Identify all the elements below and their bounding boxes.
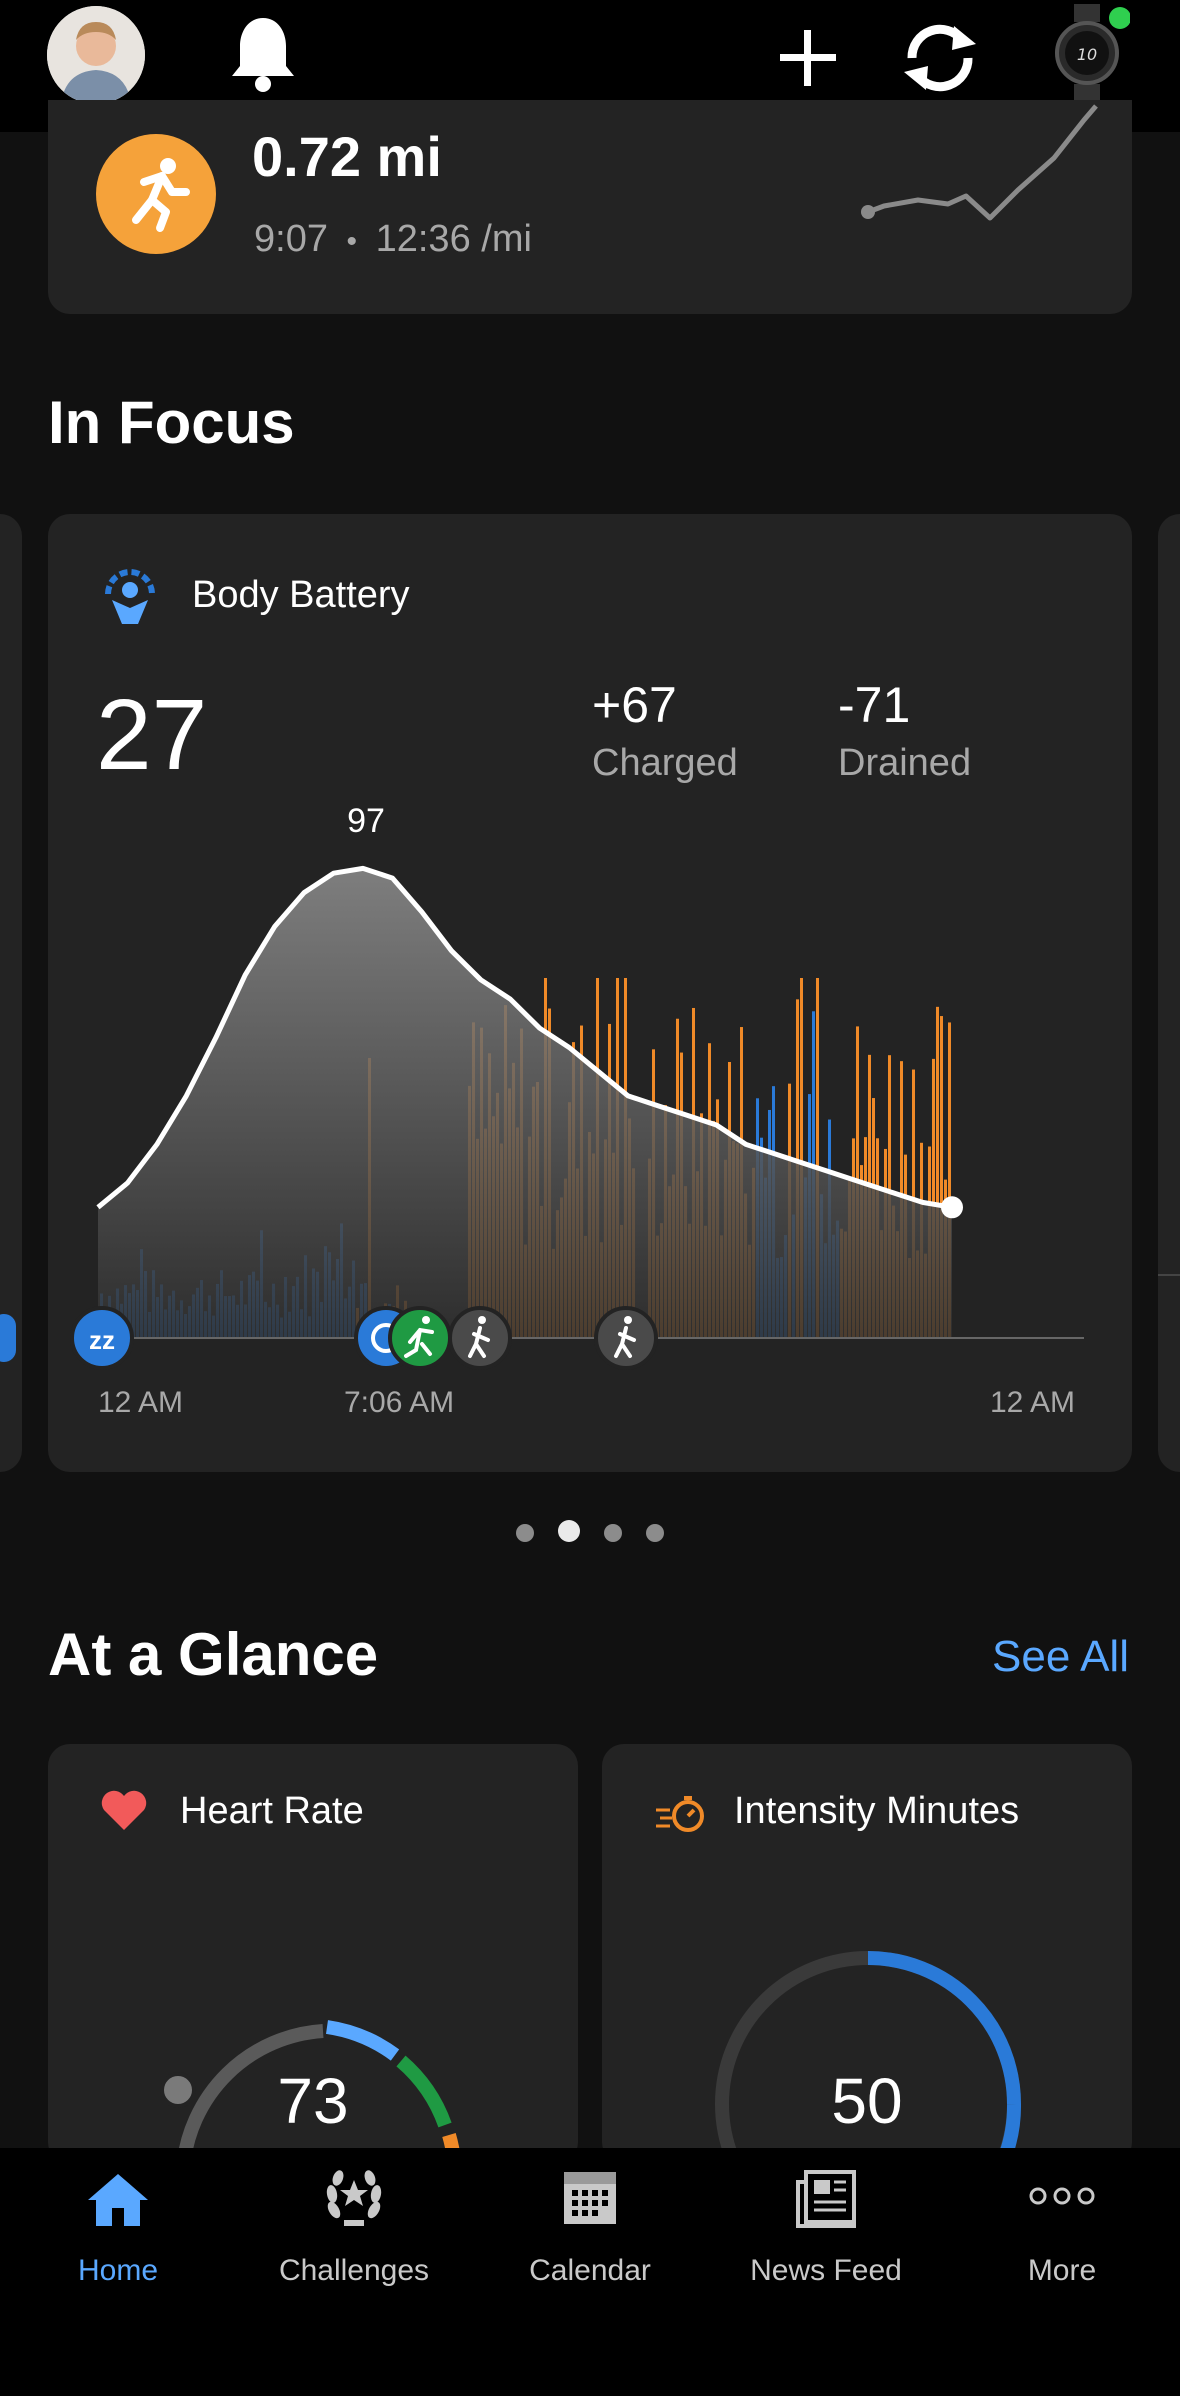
tab-news-feed[interactable]: News Feed <box>708 2148 944 2396</box>
heart-rate-value: 73 <box>277 2065 349 2137</box>
home-icon <box>88 2174 148 2226</box>
pager-dot-1[interactable] <box>516 1524 534 1542</box>
intensity-minutes-card[interactable]: Intensity Minutes 50 <box>602 1744 1132 2244</box>
previous-focus-card[interactable] <box>0 514 22 1472</box>
avatar[interactable] <box>47 6 145 104</box>
sync-icon[interactable] <box>898 18 982 103</box>
activity-stats: 9:07 • 12:36 /mi <box>254 218 532 261</box>
stat-separator: • <box>346 225 358 258</box>
pager-dot-3[interactable] <box>604 1524 622 1542</box>
drained-value: -71 <box>838 677 911 733</box>
card-edge-marker <box>0 1314 16 1362</box>
tab-challenges[interactable]: Challenges <box>236 2148 472 2396</box>
see-all-link[interactable]: See All <box>992 1632 1129 1682</box>
calendar-icon <box>564 2172 616 2224</box>
heart-icon <box>100 1790 148 1837</box>
card-edge-line <box>1158 1274 1180 1276</box>
heart-rate-card[interactable]: Heart Rate 73 <box>48 1744 578 2180</box>
body-battery-icon <box>98 564 162 633</box>
activity-pace: 12:36 /mi <box>375 218 532 260</box>
tab-label-calendar: Calendar <box>529 2254 651 2287</box>
activity-distance: 0.72 mi <box>252 125 442 188</box>
body-battery-current: 27 <box>96 679 208 791</box>
in-focus-title: In Focus <box>48 389 295 456</box>
bottom-tab-bar: Home Challenges Calendar News Feed More <box>0 2148 1180 2396</box>
tab-label-news-feed: News Feed <box>750 2254 902 2287</box>
body-battery-chart[interactable]: 97 zz <box>48 804 1132 1394</box>
tab-home[interactable]: Home <box>0 2148 236 2396</box>
activity-duration: 9:07 <box>254 218 328 260</box>
charged-label: Charged <box>592 742 738 784</box>
pager-dot-2[interactable] <box>558 1520 580 1542</box>
drained-label: Drained <box>838 742 972 784</box>
laurel-icon <box>326 2170 382 2226</box>
walk-event-icon-2[interactable] <box>594 1306 658 1370</box>
more-icon <box>1029 2187 1095 2205</box>
body-battery-title: Body Battery <box>192 574 410 616</box>
pager-dot-4[interactable] <box>646 1524 664 1542</box>
add-icon[interactable] <box>778 28 838 93</box>
svg-text:10: 10 <box>1077 45 1097 64</box>
next-focus-card[interactable] <box>1158 514 1180 1472</box>
current-value-marker <box>941 1196 963 1219</box>
body-battery-card[interactable]: Body Battery 27 +67 Charged -71 Drained … <box>48 514 1132 1472</box>
peak-label: 97 <box>347 804 385 840</box>
charged-value: +67 <box>592 677 677 733</box>
tab-label-challenges: Challenges <box>278 2254 430 2287</box>
tab-more[interactable]: More <box>944 2148 1180 2396</box>
tab-label-home: Home <box>77 2254 159 2287</box>
body-battery-area <box>98 868 952 1338</box>
activity-route-map <box>861 104 1098 221</box>
running-activity-icon <box>96 134 216 254</box>
tab-calendar[interactable]: Calendar <box>472 2148 708 2396</box>
notifications-bell-icon[interactable] <box>228 14 298 101</box>
svg-text:zz: zz <box>89 1325 115 1355</box>
run-event-icon[interactable] <box>388 1306 452 1370</box>
sleep-event-icon[interactable]: zz <box>70 1306 134 1370</box>
x-label-start: 12 AM <box>98 1386 184 1419</box>
activity-card[interactable]: 0.72 mi 9:07 • 12:36 /mi <box>48 100 1132 314</box>
walk-event-icon[interactable] <box>448 1306 512 1370</box>
watch-device-icon[interactable]: 10 <box>1050 4 1131 107</box>
x-label-end: 12 AM <box>990 1386 1076 1419</box>
intensity-minutes-title: Intensity Minutes <box>734 1790 1020 1832</box>
carousel-pager[interactable] <box>0 1520 1180 1547</box>
tab-label-more: More <box>1027 2254 1097 2287</box>
heart-rate-title: Heart Rate <box>180 1790 364 1832</box>
stopwatch-icon <box>654 1794 708 1839</box>
intensity-minutes-value: 50 <box>831 2065 903 2137</box>
newsfeed-icon <box>796 2170 856 2228</box>
x-label-wake: 7:06 AM <box>344 1386 455 1419</box>
at-a-glance-title: At a Glance <box>48 1621 379 1688</box>
